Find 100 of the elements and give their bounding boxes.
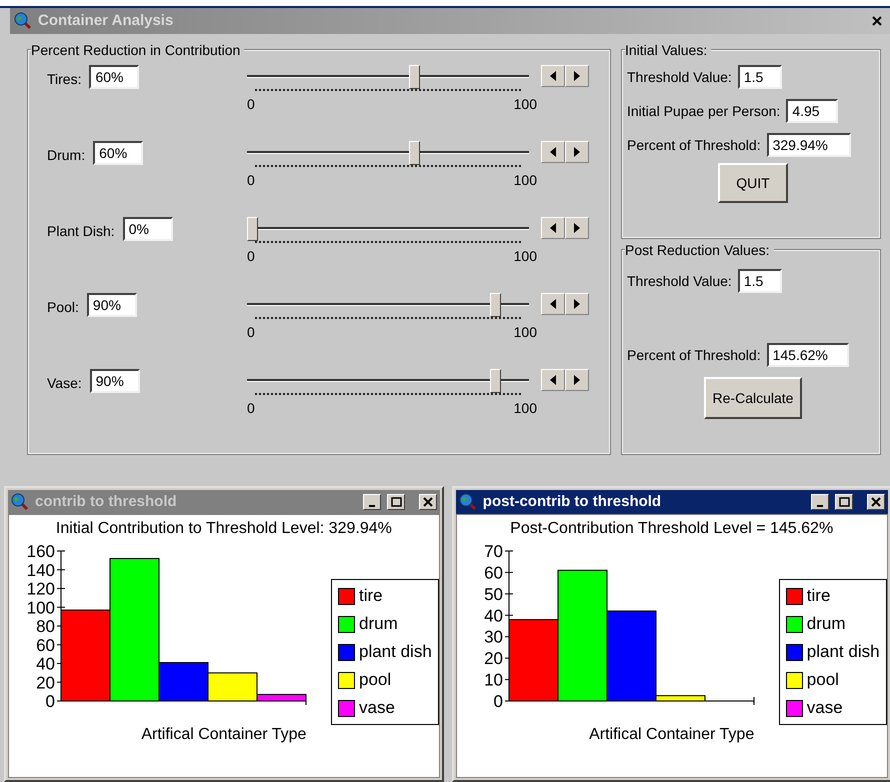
quit-button[interactable]: QUIT — [718, 163, 788, 203]
slider-thumb[interactable] — [247, 217, 258, 241]
tick-label: 0 — [46, 692, 55, 711]
slider-thumb[interactable] — [490, 293, 501, 317]
text-field[interactable]: 145.62% — [766, 343, 849, 367]
field-label: Threshold Value: — [627, 68, 732, 86]
left-triangle-icon — [549, 299, 557, 309]
tick-label: 40 — [484, 606, 503, 626]
max-label: 100 — [514, 171, 537, 189]
maximize-icon — [836, 495, 851, 509]
tick-label: 50 — [484, 584, 503, 604]
tick-label: 100 — [26, 598, 55, 618]
window-title: Container Analysis — [38, 10, 174, 31]
text-field[interactable]: 1.5 — [738, 269, 782, 293]
legend-label: tire — [806, 585, 830, 608]
globe-magnifier-icon — [11, 493, 29, 511]
tick-label: 20 — [484, 649, 503, 668]
slider[interactable] — [247, 293, 529, 321]
slider-thumb[interactable] — [409, 141, 420, 165]
text-field[interactable]: 1.5 — [738, 65, 782, 89]
slider-label: Tires: — [47, 70, 82, 89]
legend-label: vase — [806, 697, 843, 720]
close-button[interactable] — [418, 494, 437, 510]
slider-label: Plant Dish: — [47, 222, 115, 241]
right-triangle-icon — [573, 299, 581, 309]
maximize-button[interactable] — [834, 494, 853, 510]
left-triangle-icon — [549, 71, 557, 81]
field-label: Initial Pupae per Person: — [627, 102, 780, 121]
right-triangle-icon — [573, 147, 581, 157]
scroll-left-button[interactable] — [541, 65, 565, 87]
min-label: 0 — [247, 171, 255, 189]
text-field[interactable]: 60% — [93, 141, 144, 165]
text-field[interactable]: 0% — [122, 217, 173, 241]
scroll-right-button[interactable] — [565, 65, 589, 87]
scroll-right-button[interactable] — [565, 141, 589, 163]
max-label: 100 — [514, 323, 537, 341]
tick-label: 10 — [484, 670, 503, 690]
scroll-right-button[interactable] — [565, 293, 589, 315]
slider-thumb[interactable] — [409, 65, 420, 89]
right-triangle-icon — [573, 375, 581, 385]
left-triangle-icon — [549, 375, 557, 385]
minimize-button[interactable] — [810, 494, 829, 510]
scroll-left-button[interactable] — [541, 293, 565, 315]
chart-title: Initial Contribution to Threshold Level: 329.94% — [56, 519, 392, 539]
text-field[interactable]: 4.95 — [786, 99, 838, 123]
legend-label: plant dish — [359, 641, 432, 664]
slider-thumb[interactable] — [490, 369, 501, 393]
tick-label: 30 — [484, 628, 503, 647]
legend-label: pool — [806, 669, 839, 692]
minimize-icon — [816, 505, 823, 507]
slider[interactable] — [247, 65, 529, 93]
slider-label: Drum: — [47, 146, 86, 165]
slider[interactable] — [247, 217, 529, 245]
scroll-left-button[interactable] — [541, 217, 565, 239]
tick-label: 40 — [36, 654, 55, 674]
tick-label: 60 — [484, 563, 503, 582]
min-label: 0 — [247, 323, 255, 341]
left-triangle-icon — [549, 223, 557, 233]
legend-label: drum — [359, 613, 398, 636]
min-label: 0 — [247, 95, 255, 113]
window-title: contrib to threshold — [35, 492, 178, 512]
maximize-button[interactable] — [386, 494, 405, 510]
chart-title: Post-Contribution Threshold Level = 145.62% — [510, 519, 834, 539]
text-field[interactable]: 90% — [86, 293, 137, 317]
scroll-left-button[interactable] — [541, 369, 565, 391]
tick-label: 20 — [36, 673, 55, 692]
maximize-icon — [388, 495, 403, 509]
right-triangle-icon — [573, 71, 581, 81]
max-label: 100 — [514, 399, 537, 417]
field-label: Percent of Threshold: — [627, 136, 761, 154]
tick-label: 120 — [26, 580, 55, 598]
left-triangle-icon — [549, 147, 557, 157]
scroll-left-button[interactable] — [541, 141, 565, 163]
field-label: Percent of Threshold: — [627, 346, 761, 364]
slider[interactable] — [247, 369, 529, 397]
max-label: 100 — [514, 95, 537, 113]
close-icon — [871, 15, 883, 27]
scroll-right-button[interactable] — [565, 217, 589, 239]
close-icon — [420, 495, 435, 509]
close-button[interactable] — [866, 494, 885, 510]
scroll-right-button[interactable] — [565, 369, 589, 391]
slider-label: Pool: — [47, 298, 79, 317]
minimize-button[interactable] — [362, 494, 381, 510]
slider[interactable] — [247, 141, 529, 169]
legend-label: vase — [359, 697, 395, 720]
text-field[interactable]: 60% — [89, 65, 140, 89]
globe-magnifier-icon — [458, 493, 477, 511]
tick-label: 0 — [493, 692, 503, 711]
x-axis-title: Artifical Container Type — [589, 725, 754, 745]
tick-label: 160 — [26, 542, 55, 561]
recalculate-button[interactable]: Re-Calculate — [704, 377, 802, 419]
tick-label: 80 — [36, 617, 55, 636]
text-field[interactable]: 90% — [90, 369, 140, 393]
legend-label: drum — [806, 613, 846, 636]
field-label: Threshold Value: — [627, 272, 732, 290]
tick-label: 70 — [484, 542, 503, 561]
tick-label: 60 — [36, 636, 55, 655]
min-label: 0 — [247, 247, 255, 265]
legend-label: plant dish — [806, 641, 880, 664]
text-field[interactable]: 329.94% — [766, 133, 851, 157]
